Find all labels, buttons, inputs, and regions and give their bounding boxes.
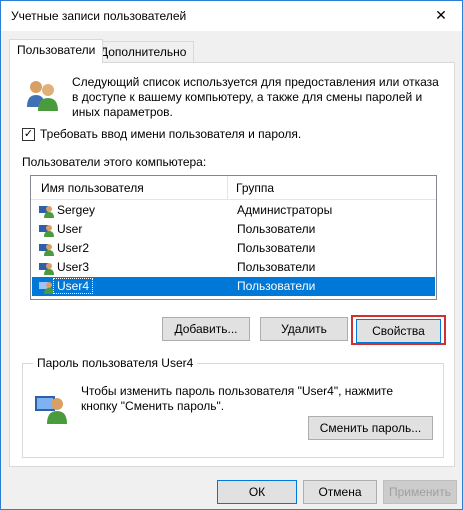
require-login-label: Требовать ввод имени пользователя и паро… xyxy=(40,127,302,141)
row-group: Пользователи xyxy=(237,279,316,293)
cancel-button[interactable]: Отмена xyxy=(303,480,377,504)
user-accounts-window: Учетные записи пользователей ✕ Пользоват… xyxy=(0,0,463,510)
change-password-button[interactable]: Сменить пароль... xyxy=(308,416,433,440)
row-group: Пользователи xyxy=(237,241,316,255)
password-groupbox: Пароль пользователя User4 Чтобы изменить… xyxy=(22,356,444,458)
info-text: Следующий список используется для предос… xyxy=(72,75,439,119)
properties-highlight-box: Свойства xyxy=(351,315,446,345)
row-group: Пользователи xyxy=(237,222,316,236)
user-icon xyxy=(39,282,54,294)
window-title: Учетные записи пользователей xyxy=(11,9,187,23)
row-username: User4 xyxy=(52,278,94,294)
apply-button[interactable]: Применить xyxy=(383,480,457,504)
user-icon xyxy=(39,225,54,237)
password-group-title: Пароль пользователя User4 xyxy=(33,356,198,370)
table-row-selected[interactable]: User4 Пользователи xyxy=(32,277,435,296)
column-header-username[interactable]: Имя пользователя xyxy=(41,181,144,195)
row-username: User3 xyxy=(57,260,90,274)
table-row[interactable]: Sergey Администраторы xyxy=(32,201,435,220)
remove-user-button[interactable]: Удалить xyxy=(260,317,348,341)
ok-button[interactable]: ОК xyxy=(217,480,297,504)
table-row[interactable]: User2 Пользователи xyxy=(32,239,435,258)
close-icon[interactable]: ✕ xyxy=(429,4,453,26)
tab-users[interactable]: Пользователи xyxy=(9,39,104,63)
table-row[interactable]: User Пользователи xyxy=(32,220,435,239)
user-password-icon xyxy=(35,396,67,424)
add-user-button[interactable]: Добавить... xyxy=(162,317,250,341)
row-username: User xyxy=(57,222,83,236)
table-row[interactable]: User3 Пользователи xyxy=(32,258,435,277)
require-login-checkbox[interactable]: ✓ xyxy=(22,127,35,141)
title-bar: Учетные записи пользователей ✕ xyxy=(1,1,462,31)
column-separator xyxy=(227,176,228,199)
require-login-checkbox-row[interactable]: ✓ Требовать ввод имени пользователя и па… xyxy=(22,126,301,142)
tab-advanced[interactable]: Дополнительно xyxy=(92,41,195,62)
row-group: Пользователи xyxy=(237,260,316,274)
properties-button[interactable]: Свойства xyxy=(356,319,441,343)
user-icon xyxy=(39,206,54,218)
users-list-label: Пользователи этого компьютера: xyxy=(22,155,207,169)
users-icon xyxy=(27,81,58,111)
row-group: Администраторы xyxy=(237,203,333,217)
user-icon xyxy=(39,244,54,256)
row-username: Sergey xyxy=(57,203,96,217)
column-header-group[interactable]: Группа xyxy=(236,181,274,195)
users-listview[interactable]: Имя пользователя Группа Sergey Администр… xyxy=(30,175,437,300)
tab-panel-users: Следующий список используется для предос… xyxy=(9,62,455,467)
row-username: User2 xyxy=(57,241,90,255)
listview-header: Имя пользователя Группа xyxy=(31,176,436,200)
user-icon xyxy=(39,263,54,275)
password-group-text: Чтобы изменить пароль пользователя "User… xyxy=(81,384,394,413)
